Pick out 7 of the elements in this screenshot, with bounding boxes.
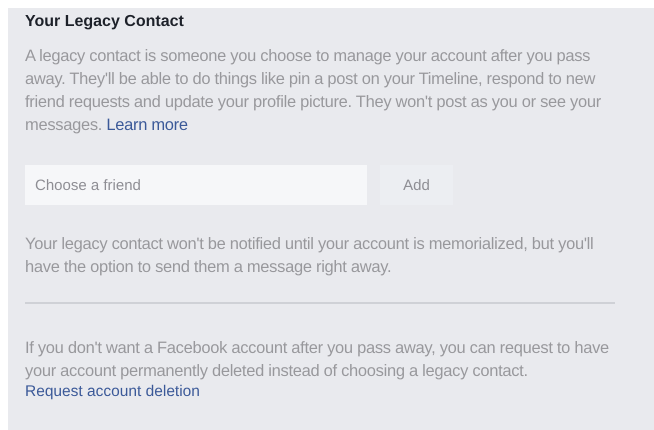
section-title: Your Legacy Contact: [25, 12, 185, 32]
notice-text: Your legacy contact won't be notified until your account is memorialized, but you'll have the option to send them a message right away.: [25, 234, 594, 278]
description-text: A legacy contact is someone you choose to manage your account after you pass away. They'll be able to do things like pin a post on your Timeline, respond to new friend requests and update your profile picture. They won't post as you or see your messages. Learn more: [25, 46, 602, 136]
learn-more-link[interactable]: Learn more: [106, 116, 188, 134]
friend-input-field[interactable]: Choose a friend: [25, 165, 367, 205]
request-deletion-link[interactable]: Request account deletion: [25, 383, 624, 401]
deletion-text: If you don't want a Facebook account after you pass away, you can request to have your account permanently deleted instead of choosing a legacy contact.: [25, 338, 610, 382]
